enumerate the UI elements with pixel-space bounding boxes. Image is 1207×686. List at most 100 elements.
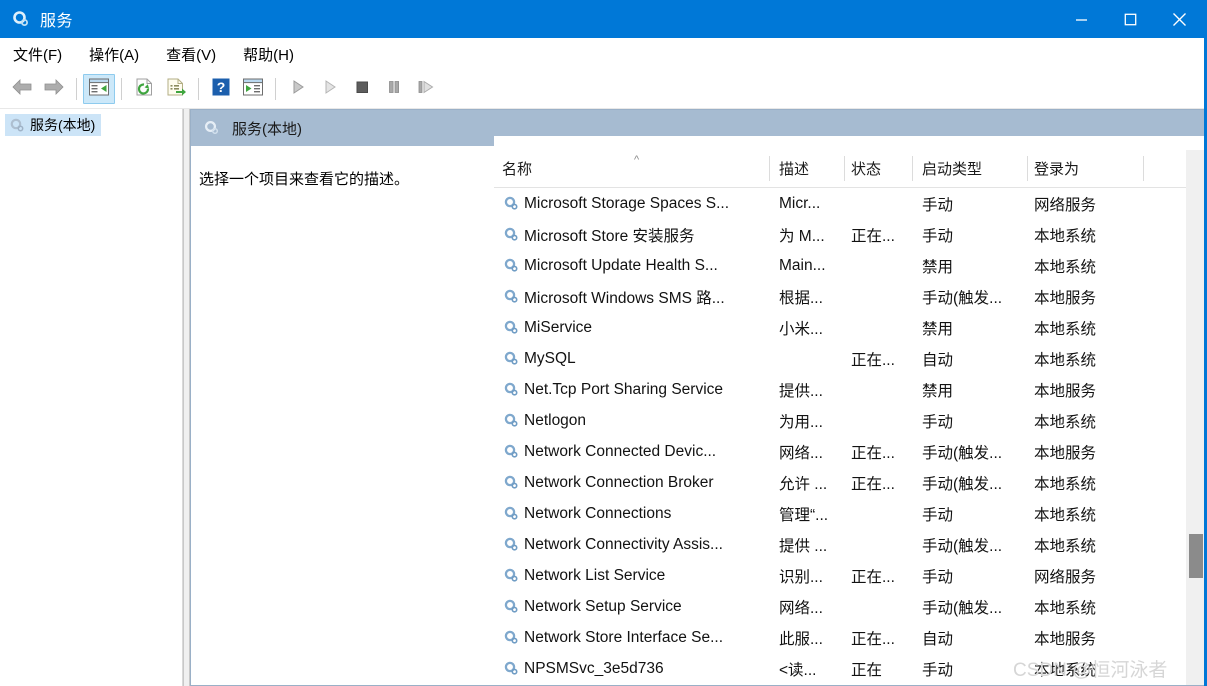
cell-description: Main... xyxy=(779,256,826,274)
cell-status: 正在... xyxy=(851,227,895,245)
column-header-startup-type[interactable]: 启动类型 xyxy=(922,150,1028,187)
minimize-button[interactable] xyxy=(1057,0,1106,38)
cell-log-on-as: 本地服务 xyxy=(1034,289,1097,307)
table-row[interactable]: Network Connections 管理“... 手动 本地系统 xyxy=(494,498,1204,529)
table-row[interactable]: Microsoft Windows SMS 路... 根据... 手动(触发... 本… xyxy=(494,281,1204,312)
column-header-log-on-as[interactable]: 登录为 xyxy=(1034,150,1144,187)
cell-startup-type: 手动 xyxy=(922,196,954,214)
list-column-headers: 名称 ^ 描述 状态 启动类型 登录为 xyxy=(494,150,1204,188)
cell-log-on-as: 本地系统 xyxy=(1034,506,1097,524)
help-button[interactable]: ? xyxy=(205,74,237,104)
pane-splitter[interactable] xyxy=(183,109,190,686)
cell-startup-type: 自动 xyxy=(922,630,954,648)
table-row[interactable]: Network List Service 识别... 正在... 手动 网络服务 xyxy=(494,560,1204,591)
table-row[interactable]: Network Connectivity Assis... 提供 ... 手动(触发… xyxy=(494,529,1204,560)
arrow-right-icon xyxy=(42,77,66,102)
cell-status xyxy=(851,250,913,281)
cell-startup-type: 手动(触发... xyxy=(922,599,1003,617)
table-row[interactable]: Microsoft Update Health S... Main... 禁用 本地系… xyxy=(494,250,1204,281)
window-title: 服务 xyxy=(40,13,74,30)
services-list-view: 名称 ^ 描述 状态 启动类型 登录为 Microsoft Storage Sp… xyxy=(494,136,1204,685)
services-gear-icon xyxy=(502,535,521,554)
table-row[interactable]: NPSMSvc_3e5d736 <读... 正在 手动 本地系统 xyxy=(494,653,1204,684)
cell-status xyxy=(851,188,913,219)
export-list-button[interactable] xyxy=(160,74,192,104)
services-gear-icon xyxy=(202,118,222,138)
table-row[interactable]: Microsoft Storage Spaces S... Micr... 手动 网络… xyxy=(494,188,1204,219)
service-name-label: Network Connected Devic... xyxy=(524,442,717,460)
service-name-label: MySQL xyxy=(524,349,576,367)
description-placeholder: 选择一个项目来查看它的描述。 xyxy=(199,171,410,188)
table-row[interactable]: Network Connected Devic... 网络... 正在... 手动(触… xyxy=(494,436,1204,467)
cell-service-name: Net.Tcp Port Sharing Service xyxy=(502,374,770,405)
column-header-name[interactable]: 名称 ^ xyxy=(502,150,770,187)
toolbar: ? xyxy=(0,70,1204,108)
table-row[interactable]: Net.Tcp Port Sharing Service 提供... 禁用 本地服务 xyxy=(494,374,1204,405)
services-gear-icon xyxy=(8,116,26,134)
services-gear-icon xyxy=(502,597,521,616)
show-hide-tree-button[interactable] xyxy=(83,74,115,104)
column-header-description[interactable]: 描述 xyxy=(779,150,845,187)
column-header-label: 名称 xyxy=(502,161,533,178)
menu-action[interactable]: 操作(A) xyxy=(89,44,139,65)
cell-startup-type: 自动 xyxy=(922,351,954,369)
toolbar-separator xyxy=(198,78,199,100)
resume-service-button[interactable] xyxy=(314,74,346,104)
refresh-button[interactable] xyxy=(128,74,160,104)
service-name-label: Network Connections xyxy=(524,504,672,522)
close-button[interactable] xyxy=(1155,0,1204,38)
column-divider[interactable] xyxy=(1027,156,1028,181)
question-mark-icon: ? xyxy=(211,77,231,102)
toolbar-separator xyxy=(275,78,276,100)
window-controls xyxy=(1057,0,1204,38)
pause-icon xyxy=(385,78,403,101)
services-gear-icon xyxy=(502,194,521,213)
menu-help[interactable]: 帮助(H) xyxy=(243,44,294,65)
cell-status xyxy=(851,498,913,529)
tree-item-services-local[interactable]: 服务(本地) xyxy=(5,114,102,136)
table-row[interactable]: Network Store Interface Se... 此服... 正在... 自… xyxy=(494,622,1204,653)
cell-log-on-as: 本地服务 xyxy=(1034,630,1097,648)
restart-service-button[interactable] xyxy=(410,74,442,104)
cell-service-name: Microsoft Store 安装服务 xyxy=(502,219,770,250)
column-divider[interactable] xyxy=(912,156,913,181)
column-divider[interactable] xyxy=(769,156,770,181)
table-row[interactable]: Microsoft Store 安装服务 为 M... 正在... 手动 本地系统 xyxy=(494,219,1204,250)
cell-description: 网络... xyxy=(779,599,823,617)
table-row[interactable]: Network Setup Service 网络... 手动(触发... 本地系统 xyxy=(494,591,1204,622)
cell-service-name: Network Setup Service xyxy=(502,591,770,622)
pause-service-button[interactable] xyxy=(378,74,410,104)
forward-button[interactable] xyxy=(38,74,70,104)
cell-log-on-as: 本地服务 xyxy=(1034,382,1097,400)
service-name-label: Net.Tcp Port Sharing Service xyxy=(524,380,724,398)
cell-description: 小米... xyxy=(779,320,823,338)
back-button[interactable] xyxy=(6,74,38,104)
stop-square-icon xyxy=(353,78,371,101)
stop-service-button[interactable] xyxy=(346,74,378,104)
arrow-left-icon xyxy=(10,77,34,102)
column-divider[interactable] xyxy=(1143,156,1144,181)
table-row[interactable]: Network Connection Broker 允许 ... 正在... 手动(触… xyxy=(494,467,1204,498)
cell-status: 正在... xyxy=(851,568,895,586)
properties-button[interactable] xyxy=(237,74,269,104)
cell-startup-type: 手动(触发... xyxy=(922,289,1003,307)
menu-view[interactable]: 查看(V) xyxy=(166,44,216,65)
column-divider[interactable] xyxy=(844,156,845,181)
table-row[interactable]: Netlogon 为用... 手动 本地系统 xyxy=(494,405,1204,436)
start-service-button[interactable] xyxy=(282,74,314,104)
menu-file[interactable]: 文件(F) xyxy=(13,44,62,65)
column-header-status[interactable]: 状态 xyxy=(851,150,913,187)
maximize-button[interactable] xyxy=(1106,0,1155,38)
scrollbar-thumb[interactable] xyxy=(1189,534,1203,578)
table-row[interactable]: MySQL 正在... 自动 本地系统 xyxy=(494,343,1204,374)
cell-startup-type: 禁用 xyxy=(922,382,954,400)
results-pane: 服务(本地) 选择一个项目来查看它的描述。 名称 ^ 描述 状态 启动类型 登录… xyxy=(190,109,1204,686)
cell-startup-type: 手动 xyxy=(922,661,954,679)
column-header-label: 状态 xyxy=(851,161,882,178)
list-vertical-scrollbar[interactable] xyxy=(1186,150,1204,685)
table-row[interactable]: MiService 小米... 禁用 本地系统 xyxy=(494,312,1204,343)
cell-service-name: Network Connectivity Assis... xyxy=(502,529,770,560)
cell-description: <读... xyxy=(779,661,817,679)
cell-description: 根据... xyxy=(779,289,823,307)
cell-description: 此服... xyxy=(779,630,823,648)
